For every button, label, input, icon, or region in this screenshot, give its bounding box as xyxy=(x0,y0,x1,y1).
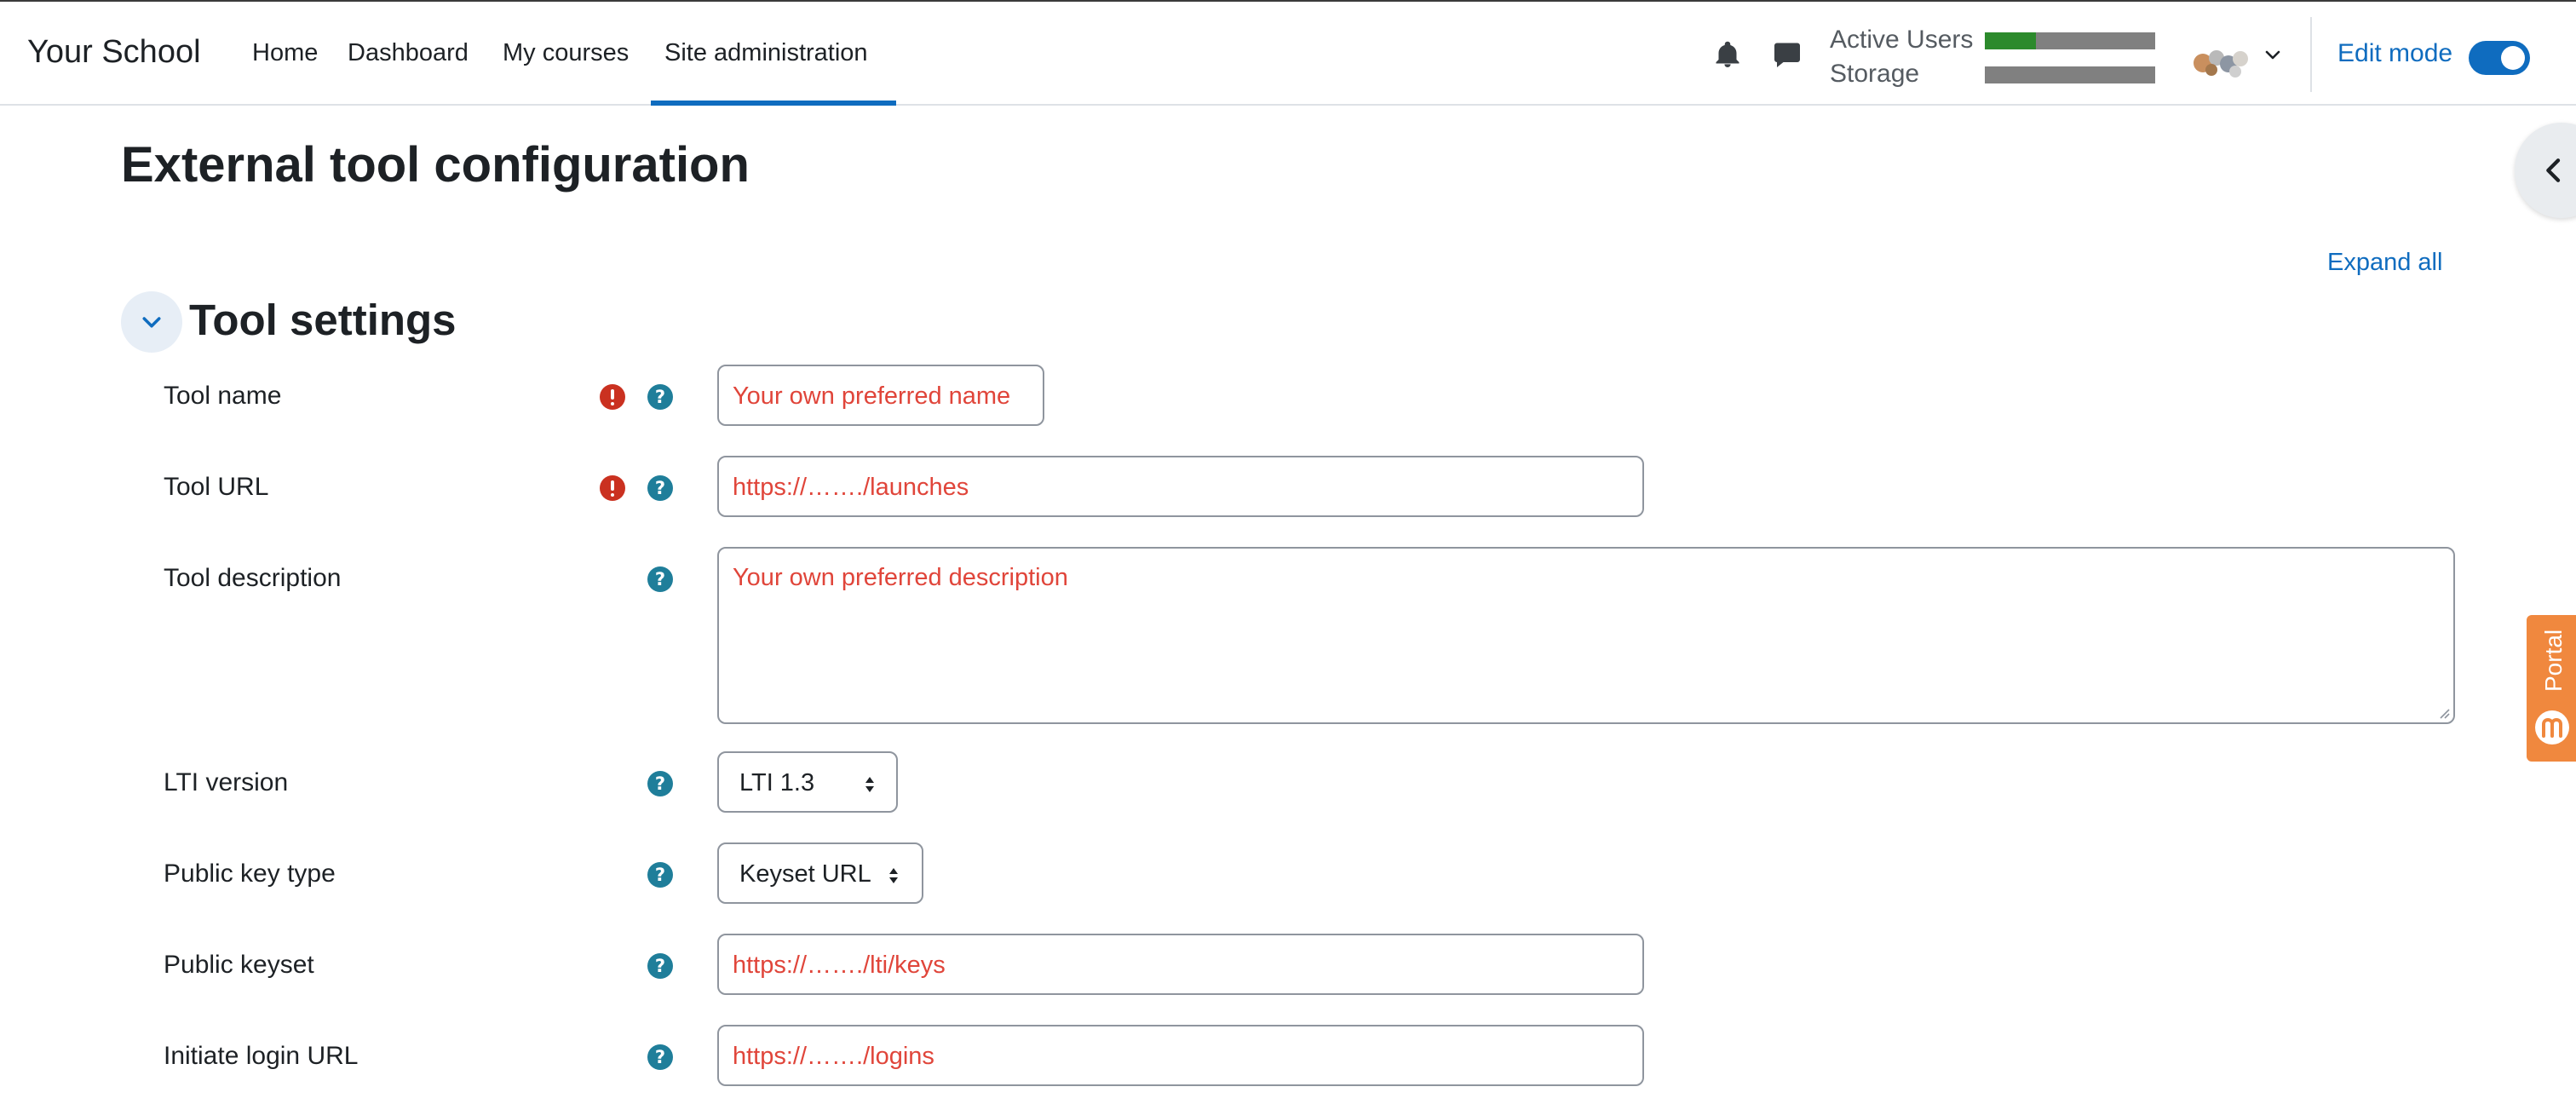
question-circle-icon[interactable]: ? xyxy=(647,953,673,979)
initiate-login-url-input[interactable]: https://……./logins xyxy=(717,1025,1644,1086)
initiate-login-url-value: https://……./logins xyxy=(733,1043,934,1070)
page-title: External tool configuration xyxy=(121,137,750,193)
open-block-drawer-button[interactable] xyxy=(2515,123,2576,218)
tool-url-input[interactable]: https://……./launches xyxy=(717,456,1644,517)
avatar[interactable] xyxy=(2191,41,2252,82)
public-keyset-label: Public keyset xyxy=(164,951,314,979)
nav-active-indicator xyxy=(651,101,896,106)
active-users-bar xyxy=(1985,32,2155,49)
section-collapse-button[interactable] xyxy=(121,291,182,353)
exclamation-circle-icon xyxy=(600,384,625,410)
bell-icon[interactable] xyxy=(1712,39,1743,70)
select-arrows-icon xyxy=(889,868,898,883)
nav-link-my-courses[interactable]: My courses xyxy=(503,39,629,67)
site-brand[interactable]: Your School xyxy=(27,34,201,71)
expand-all-link[interactable]: Expand all xyxy=(2327,249,2442,277)
navbar-divider xyxy=(2310,17,2312,92)
section-title[interactable]: Tool settings xyxy=(189,295,457,345)
exclamation-circle-icon xyxy=(600,475,625,501)
chevron-left-icon xyxy=(2546,158,2561,182)
portal-tab-label[interactable]: Portal xyxy=(2540,630,2567,692)
tool-description-label: Tool description xyxy=(164,564,342,592)
lti-version-value: LTI 1.3 xyxy=(739,769,815,796)
storage-label: Storage xyxy=(1830,60,1920,88)
storage-bar xyxy=(1985,66,2155,83)
lti-version-select[interactable]: LTI 1.3 xyxy=(717,751,898,813)
tool-url-value: https://……./launches xyxy=(733,474,969,501)
question-circle-icon[interactable]: ? xyxy=(647,862,673,888)
public-keyset-value: https://……./lti/keys xyxy=(733,952,946,979)
chevron-down-icon xyxy=(142,317,161,328)
nav-link-home[interactable]: Home xyxy=(252,39,318,67)
tool-name-value: Your own preferred name xyxy=(733,382,1011,410)
edit-mode-toggle-knob xyxy=(2501,46,2525,70)
chevron-down-icon[interactable] xyxy=(2263,44,2283,65)
active-users-label: Active Users xyxy=(1830,26,1974,54)
tool-description-value: Your own preferred description xyxy=(733,564,1068,591)
question-circle-icon[interactable]: ? xyxy=(647,1044,673,1070)
question-circle-icon[interactable]: ? xyxy=(647,771,673,796)
tool-name-input[interactable]: Your own preferred name xyxy=(717,365,1044,426)
top-navbar: Your School Home Dashboard My courses Si… xyxy=(0,0,2576,106)
public-key-type-label: Public key type xyxy=(164,860,336,888)
nav-link-site-administration[interactable]: Site administration xyxy=(664,39,868,67)
tool-name-label: Tool name xyxy=(164,382,282,410)
select-arrows-icon xyxy=(865,777,874,792)
initiate-login-url-label: Initiate login URL xyxy=(164,1042,359,1070)
edit-mode-toggle[interactable] xyxy=(2469,41,2530,75)
edit-mode-label[interactable]: Edit mode xyxy=(2337,39,2452,68)
question-circle-icon[interactable]: ? xyxy=(647,475,673,501)
portal-logo-icon[interactable] xyxy=(2533,702,2571,753)
public-keyset-input[interactable]: https://……./lti/keys xyxy=(717,934,1644,995)
chat-icon[interactable] xyxy=(1772,39,1803,70)
lti-version-label: LTI version xyxy=(164,768,289,796)
nav-link-dashboard[interactable]: Dashboard xyxy=(348,39,469,67)
question-circle-icon[interactable]: ? xyxy=(647,384,673,410)
public-key-type-value: Keyset URL xyxy=(739,860,871,888)
tool-description-textarea[interactable]: Your own preferred description xyxy=(717,547,2455,724)
tool-url-label: Tool URL xyxy=(164,473,269,501)
active-users-bar-fill xyxy=(1985,32,2036,49)
public-key-type-select[interactable]: Keyset URL xyxy=(717,842,923,904)
question-circle-icon[interactable]: ? xyxy=(647,566,673,592)
resize-grip-icon[interactable] xyxy=(2436,705,2450,719)
